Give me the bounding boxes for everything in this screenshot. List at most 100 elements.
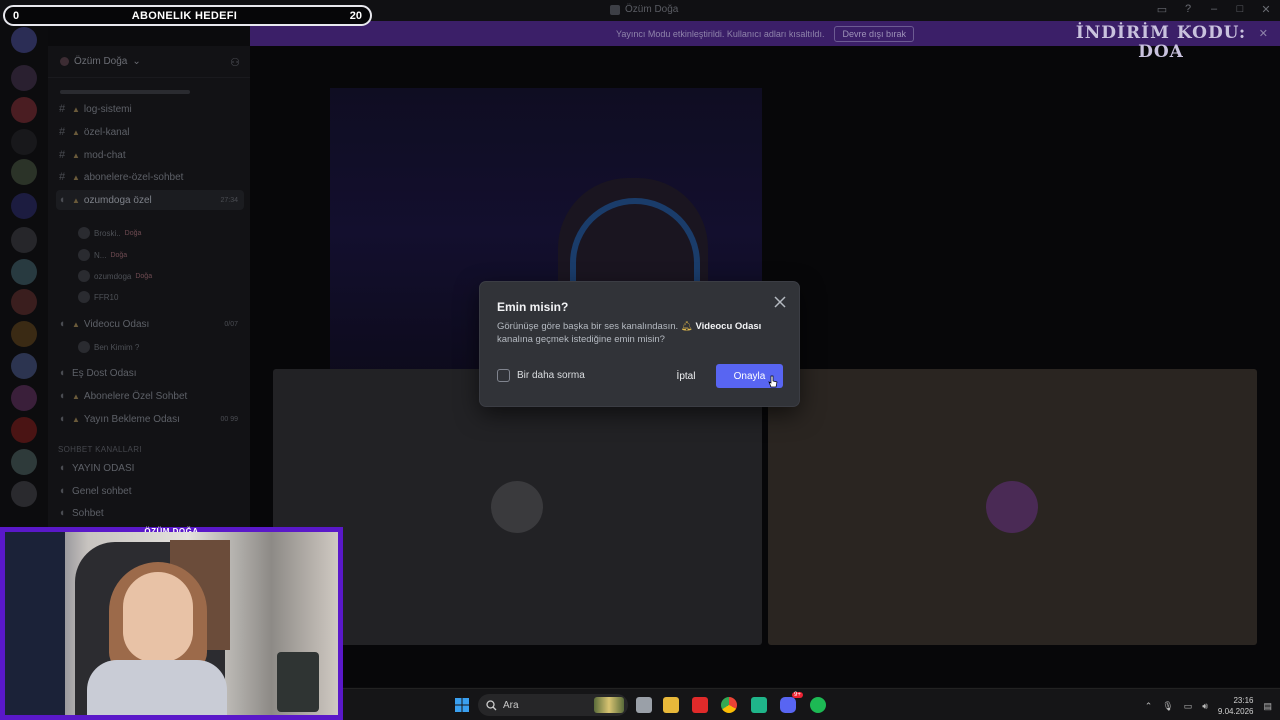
- voice-channel-item[interactable]: ◖ YAYIN ODASI: [56, 458, 244, 478]
- voice-user[interactable]: FFR10: [78, 288, 122, 306]
- channel-name: abonelere-özel-sohbet: [83, 171, 184, 183]
- file-explorer-icon[interactable]: [663, 697, 679, 713]
- youtube-icon[interactable]: [692, 697, 708, 713]
- home-icon[interactable]: [11, 27, 37, 53]
- voice-channel-item[interactable]: ◖ ▲ Yayın Bekleme Odası 00 99: [56, 409, 244, 429]
- voice-channel-item[interactable]: ◖ ▲ Videocu Odası 0/07: [56, 314, 244, 334]
- server-icon[interactable]: [11, 353, 37, 379]
- volume-icon[interactable]: 🔊︎: [1202, 701, 1208, 712]
- server-icon[interactable]: [11, 417, 37, 443]
- clock[interactable]: 23:16 9.04.2026: [1218, 695, 1254, 717]
- voice-user[interactable]: Broski.. Doğa: [78, 224, 141, 242]
- voice-channel-item[interactable]: ◖ Sohbet: [56, 503, 244, 523]
- notifications-icon[interactable]: ▤: [1263, 701, 1272, 712]
- server-icon[interactable]: [11, 449, 37, 475]
- windows-start-icon[interactable]: [454, 697, 470, 713]
- server-icon[interactable]: [11, 259, 37, 285]
- server-icon[interactable]: [11, 65, 37, 91]
- server-header[interactable]: Özüm Doğa ⌄ ⚇: [48, 46, 250, 78]
- channel-item[interactable]: # ▲ mod-chat: [56, 145, 244, 165]
- bell-icon: ▲: [72, 104, 80, 114]
- bell-icon: ▲: [72, 391, 80, 401]
- close-window-button[interactable]: ✕: [1260, 3, 1272, 16]
- voice-channel-item[interactable]: ◖ Genel sohbet: [56, 481, 244, 501]
- screen: Özüm Doğa ▭ ? – □ ✕ 0 ABONELIK HEDEFI 20…: [0, 0, 1280, 720]
- user-name: Ben Kimim ?: [94, 342, 140, 352]
- network-icon[interactable]: ▭: [1184, 701, 1193, 712]
- voice-user[interactable]: Ben Kimim ?: [78, 338, 139, 356]
- server-icon[interactable]: [11, 97, 37, 123]
- channel-item[interactable]: # ▲ log-sistemi: [56, 99, 244, 119]
- speaker-icon: ◖: [58, 367, 66, 379]
- channel-name: Genel sohbet: [72, 485, 132, 497]
- avatar: [491, 481, 543, 533]
- voice-user[interactable]: N... Doğa: [78, 246, 127, 264]
- system-tray: ⌃ 🎙︎ ▭ 🔊︎ 23:16 9.04.2026 ▤: [1145, 695, 1272, 717]
- notice-text: Yayıncı Modu etkinleştirildi. Kullanıcı …: [616, 28, 825, 39]
- dialog-title: Emin misin?: [497, 300, 569, 314]
- close-icon[interactable]: [773, 295, 787, 309]
- taskbar-search[interactable]: Ara: [478, 694, 628, 716]
- avatar: [78, 291, 90, 303]
- server-icon[interactable]: [11, 159, 37, 185]
- window-title-text: Özüm Doğa: [625, 4, 679, 15]
- cancel-button[interactable]: İptal: [660, 364, 712, 388]
- dont-ask-checkbox[interactable]: [497, 369, 510, 382]
- voice-channel-item[interactable]: ◖ Eş Dost Odası: [56, 363, 244, 383]
- checkbox-label[interactable]: Bir daha sorma: [517, 370, 585, 381]
- webcam-feed: [5, 532, 338, 715]
- channel-name: YAYIN ODASI: [72, 462, 135, 474]
- maximize-button[interactable]: □: [1234, 3, 1246, 16]
- webcam-overlay: ÖZÜM DOĞA: [0, 527, 343, 720]
- task-view-icon[interactable]: [636, 697, 652, 713]
- server-icon[interactable]: [11, 481, 37, 507]
- voice-channel-item[interactable]: ◖ ▲ Abonelere Özel Sohbet: [56, 386, 244, 406]
- speaker-icon: ◖: [58, 318, 66, 330]
- hash-icon: #: [58, 103, 66, 115]
- voice-channel-item[interactable]: ◖ ▲ ozumdoga özel 27:34: [56, 190, 244, 210]
- microphone-icon[interactable]: 🎙︎: [1162, 701, 1173, 712]
- user-name: N...: [94, 250, 107, 260]
- help-icon[interactable]: ?: [1182, 3, 1194, 16]
- channel-name: Videocu Odası: [83, 318, 150, 330]
- clock-time: 23:16: [1233, 696, 1254, 705]
- invite-icon[interactable]: ⚇: [230, 56, 240, 69]
- hash-icon: #: [58, 171, 66, 183]
- channel-name: Yayın Bekleme Odası: [83, 413, 180, 425]
- minimize-button[interactable]: –: [1208, 3, 1220, 16]
- hand-cursor-icon: [768, 375, 778, 388]
- user-tag: Doğa: [110, 251, 128, 259]
- discount-code-logo: İNDİRİM KODU: DOA: [1066, 24, 1256, 70]
- participant-tile[interactable]: [768, 369, 1257, 645]
- server-icon[interactable]: [11, 385, 37, 411]
- server-icon[interactable]: [11, 227, 37, 253]
- disable-streamer-mode-button[interactable]: Devre dışı bırak: [834, 25, 914, 42]
- channel-name: ozumdoga özel: [83, 194, 152, 206]
- bell-icon: ▲: [72, 319, 80, 329]
- bell-icon: 🔔︎: [680, 321, 693, 332]
- window-controls: ▭ ? – □ ✕: [1156, 3, 1272, 16]
- category-header[interactable]: SOHBET KANALLARI: [58, 445, 142, 454]
- user-name: Broski..: [94, 228, 121, 238]
- channel-item[interactable]: # ▲ abonelere-özel-sohbet: [56, 167, 244, 187]
- server-icon[interactable]: [11, 129, 37, 155]
- subscription-goal-bar: 0 ABONELIK HEDEFI 20: [3, 5, 372, 26]
- chrome-icon[interactable]: [721, 697, 737, 713]
- avatar: [78, 270, 90, 282]
- spotify-icon[interactable]: [810, 697, 826, 713]
- server-icon[interactable]: [11, 193, 37, 219]
- speaker-icon: ◖: [58, 194, 66, 206]
- server-icon[interactable]: [11, 289, 37, 315]
- voice-user[interactable]: ozumdoga Doğa: [78, 267, 152, 285]
- chevron-up-icon[interactable]: ⌃: [1145, 701, 1153, 712]
- participant-tile[interactable]: [273, 369, 762, 645]
- server-icon[interactable]: [11, 321, 37, 347]
- channel-item[interactable]: # ▲ özel-kanal: [56, 122, 244, 142]
- notice-close-icon[interactable]: ✕: [1259, 27, 1268, 40]
- avatar: [986, 481, 1038, 533]
- discord-icon[interactable]: [780, 697, 796, 713]
- inbox-icon[interactable]: ▭: [1156, 3, 1168, 16]
- app-icon[interactable]: [751, 697, 767, 713]
- body-prefix: Görünüşe göre başka bir ses kanalındasın…: [497, 321, 679, 332]
- speaker-icon: ◖: [58, 413, 66, 425]
